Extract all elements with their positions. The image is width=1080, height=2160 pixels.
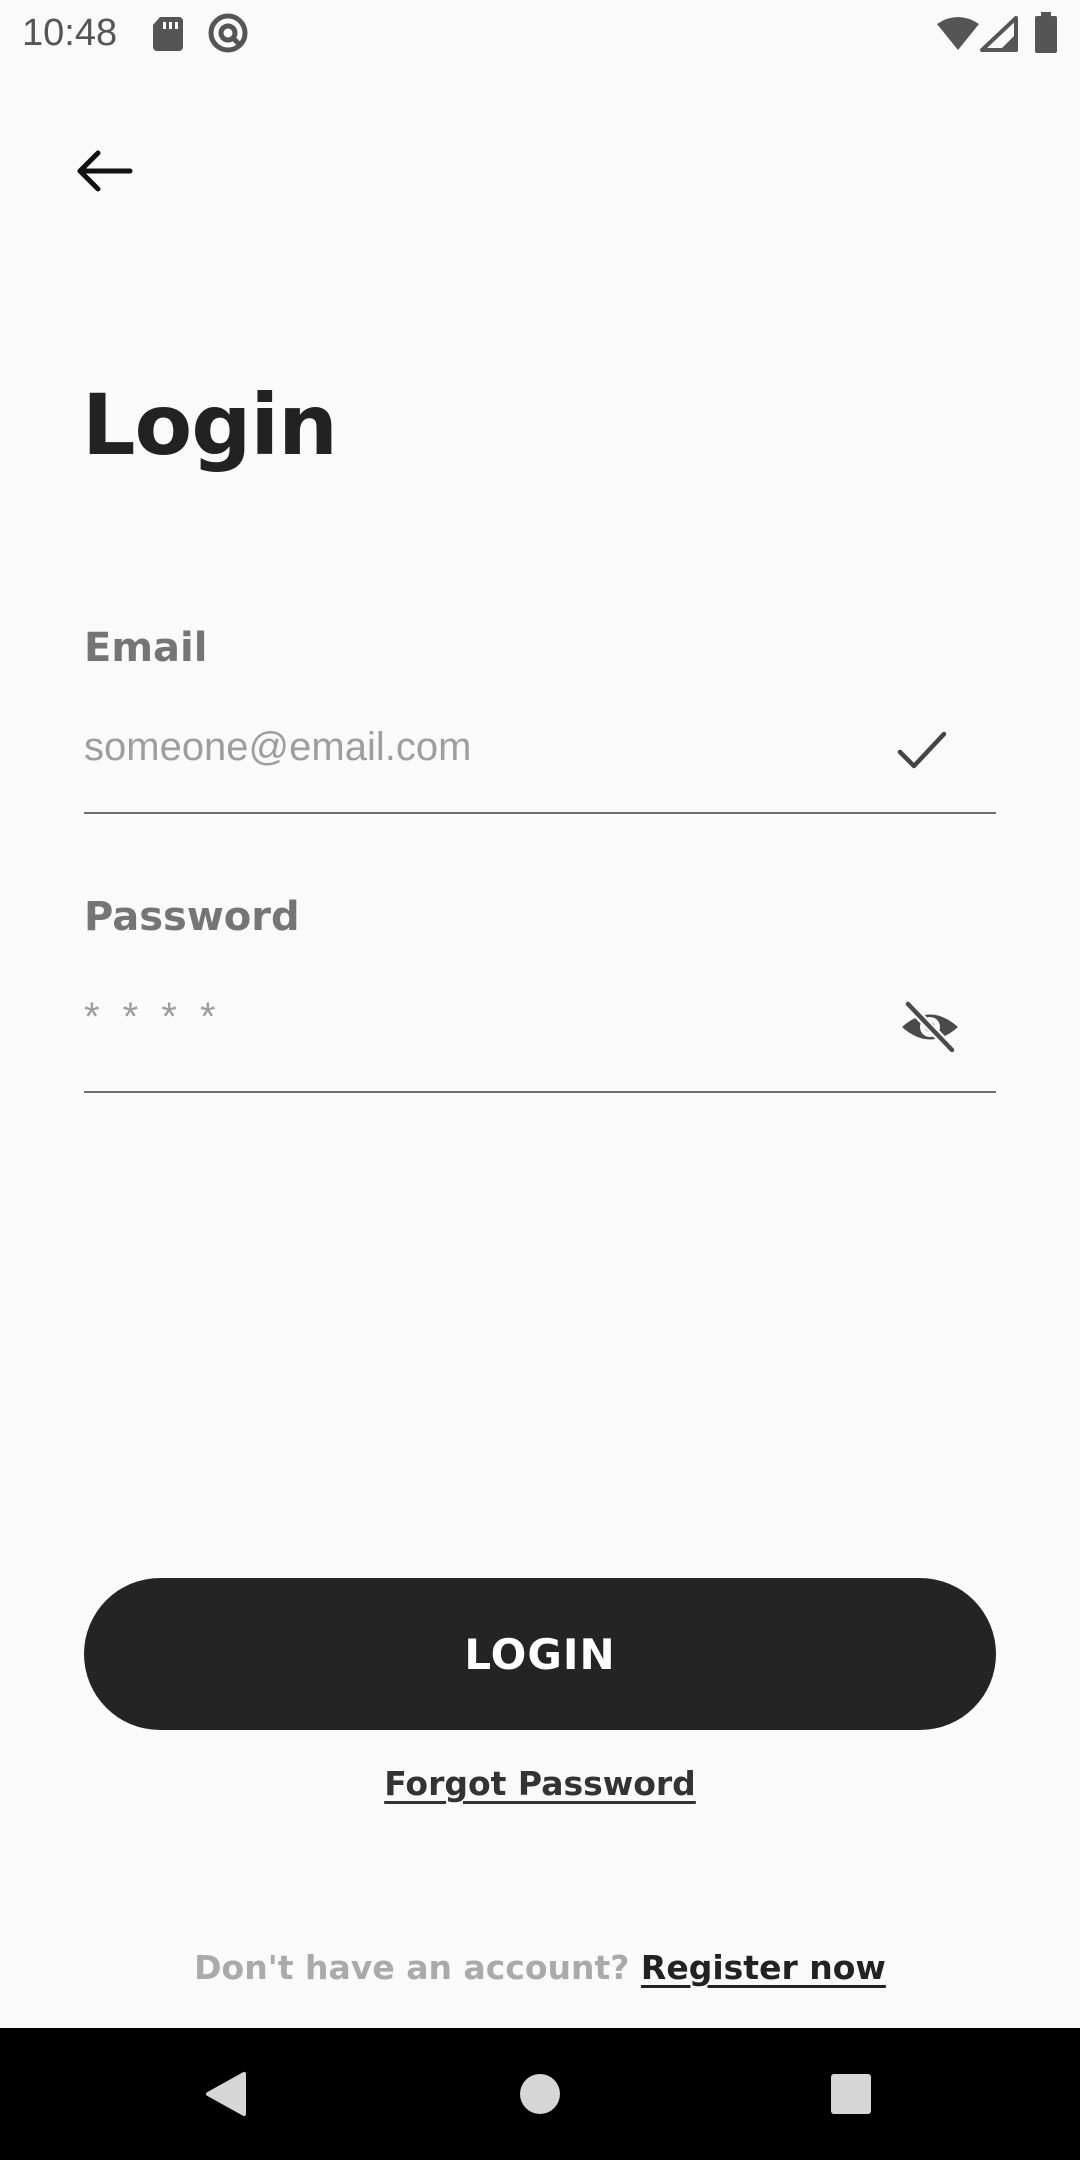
email-input[interactable] [84, 712, 884, 782]
password-underline [84, 1091, 996, 1093]
home-circle-icon [520, 2074, 560, 2114]
wifi-icon [936, 16, 980, 56]
sd-card-icon [152, 16, 184, 56]
page-title: Login [82, 376, 338, 474]
register-link[interactable]: Register now [641, 1948, 886, 1987]
nav-back-button[interactable] [166, 2028, 286, 2160]
signal-icon [980, 16, 1018, 56]
password-input[interactable] [84, 982, 884, 1052]
arrow-left-icon [77, 150, 133, 192]
forgot-password-link[interactable]: Forgot Password [384, 1764, 696, 1803]
email-label: Email [84, 625, 208, 671]
check-icon [896, 728, 948, 778]
status-time: 10:48 [22, 12, 118, 54]
status-bar: 10:48 [0, 0, 1080, 66]
register-prompt: Don't have an account? [194, 1948, 630, 1987]
back-triangle-icon [206, 2072, 246, 2116]
forgot-password-row: Forgot Password [0, 1760, 1080, 1808]
recents-square-icon [831, 2074, 871, 2114]
password-label: Password [84, 894, 300, 940]
email-underline [84, 812, 996, 814]
login-button-label: LOGIN [464, 1629, 616, 1679]
nav-home-button[interactable] [480, 2028, 600, 2160]
eye-off-icon[interactable] [898, 998, 962, 1060]
register-row: Don't have an account? Register now [0, 1944, 1080, 1992]
vpn-key-icon [208, 13, 248, 57]
back-button[interactable] [72, 142, 138, 200]
login-button[interactable]: LOGIN [84, 1578, 996, 1730]
system-nav-bar [0, 2028, 1080, 2160]
battery-icon [1034, 12, 1058, 58]
nav-recents-button[interactable] [791, 2028, 911, 2160]
